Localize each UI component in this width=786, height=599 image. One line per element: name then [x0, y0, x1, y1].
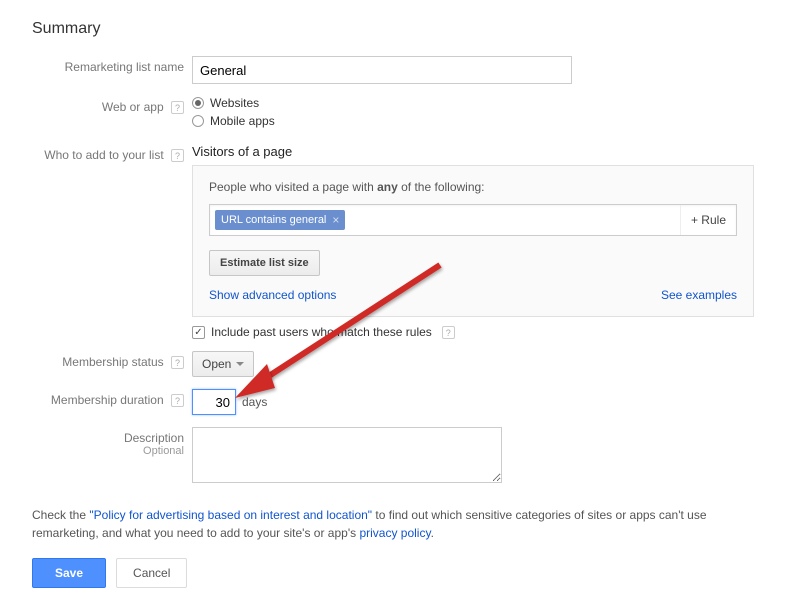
rule-row: URL contains general × + Rule — [209, 204, 737, 236]
radio-dot-icon — [192, 115, 204, 127]
label-remarketing-list-name: Remarketing list name — [32, 56, 192, 74]
row-list-name: Remarketing list name — [32, 56, 754, 84]
row-membership-duration: Membership duration ? days — [32, 389, 754, 415]
add-rule-button[interactable]: + Rule — [680, 205, 736, 235]
help-icon[interactable]: ? — [171, 149, 184, 162]
label-who-to-add: Who to add to your list ? — [32, 144, 192, 162]
membership-duration-input[interactable] — [192, 389, 236, 415]
radio-mobile-apps[interactable]: Mobile apps — [192, 114, 754, 128]
page-title: Summary — [32, 20, 754, 38]
summary-form: Summary Remarketing list name Web or app… — [0, 0, 786, 599]
policy-footer-text: Check the "Policy for advertising based … — [32, 506, 754, 542]
privacy-policy-link[interactable]: privacy policy — [359, 526, 430, 540]
close-icon[interactable]: × — [332, 213, 339, 227]
help-icon[interactable]: ? — [171, 394, 184, 407]
label-description: Description Optional — [32, 427, 192, 457]
action-buttons-row: Save Cancel — [32, 558, 754, 588]
label-membership-status: Membership status ? — [32, 351, 192, 369]
visitors-box: People who visited a page with any of th… — [192, 165, 754, 317]
membership-status-dropdown[interactable]: Open — [192, 351, 254, 377]
include-past-label: Include past users who match these rules — [211, 325, 432, 339]
rule-chip-area[interactable]: URL contains general × — [210, 205, 680, 235]
description-textarea[interactable] — [192, 427, 502, 483]
row-description: Description Optional — [32, 427, 754, 486]
row-membership-status: Membership status ? Open — [32, 351, 754, 377]
radio-dot-icon — [192, 97, 204, 109]
label-web-or-app: Web or app ? — [32, 96, 192, 114]
radio-websites-label: Websites — [210, 96, 259, 110]
chevron-down-icon — [236, 362, 244, 366]
see-examples-link[interactable]: See examples — [661, 288, 737, 302]
policy-link[interactable]: "Policy for advertising based on interes… — [89, 508, 372, 522]
rule-chip[interactable]: URL contains general × — [215, 210, 345, 230]
save-button[interactable]: Save — [32, 558, 106, 588]
include-past-checkbox[interactable] — [192, 326, 205, 339]
label-membership-duration: Membership duration ? — [32, 389, 192, 407]
list-name-input[interactable] — [192, 56, 572, 84]
cancel-button[interactable]: Cancel — [116, 558, 187, 588]
include-past-row: Include past users who match these rules… — [192, 325, 754, 339]
rule-intro-text: People who visited a page with any of th… — [209, 180, 737, 194]
show-advanced-options-link[interactable]: Show advanced options — [209, 288, 336, 302]
membership-status-value: Open — [202, 357, 231, 371]
radio-websites[interactable]: Websites — [192, 96, 754, 110]
visitors-heading: Visitors of a page — [192, 144, 754, 159]
rule-chip-label: URL contains general — [221, 214, 326, 226]
radio-mobile-apps-label: Mobile apps — [210, 114, 275, 128]
duration-unit: days — [242, 395, 267, 409]
help-icon[interactable]: ? — [442, 326, 455, 339]
help-icon[interactable]: ? — [171, 356, 184, 369]
row-web-or-app: Web or app ? Websites Mobile apps — [32, 96, 754, 132]
help-icon[interactable]: ? — [171, 101, 184, 114]
estimate-list-size-button[interactable]: Estimate list size — [209, 250, 320, 276]
row-who-to-add: Who to add to your list ? Visitors of a … — [32, 144, 754, 339]
